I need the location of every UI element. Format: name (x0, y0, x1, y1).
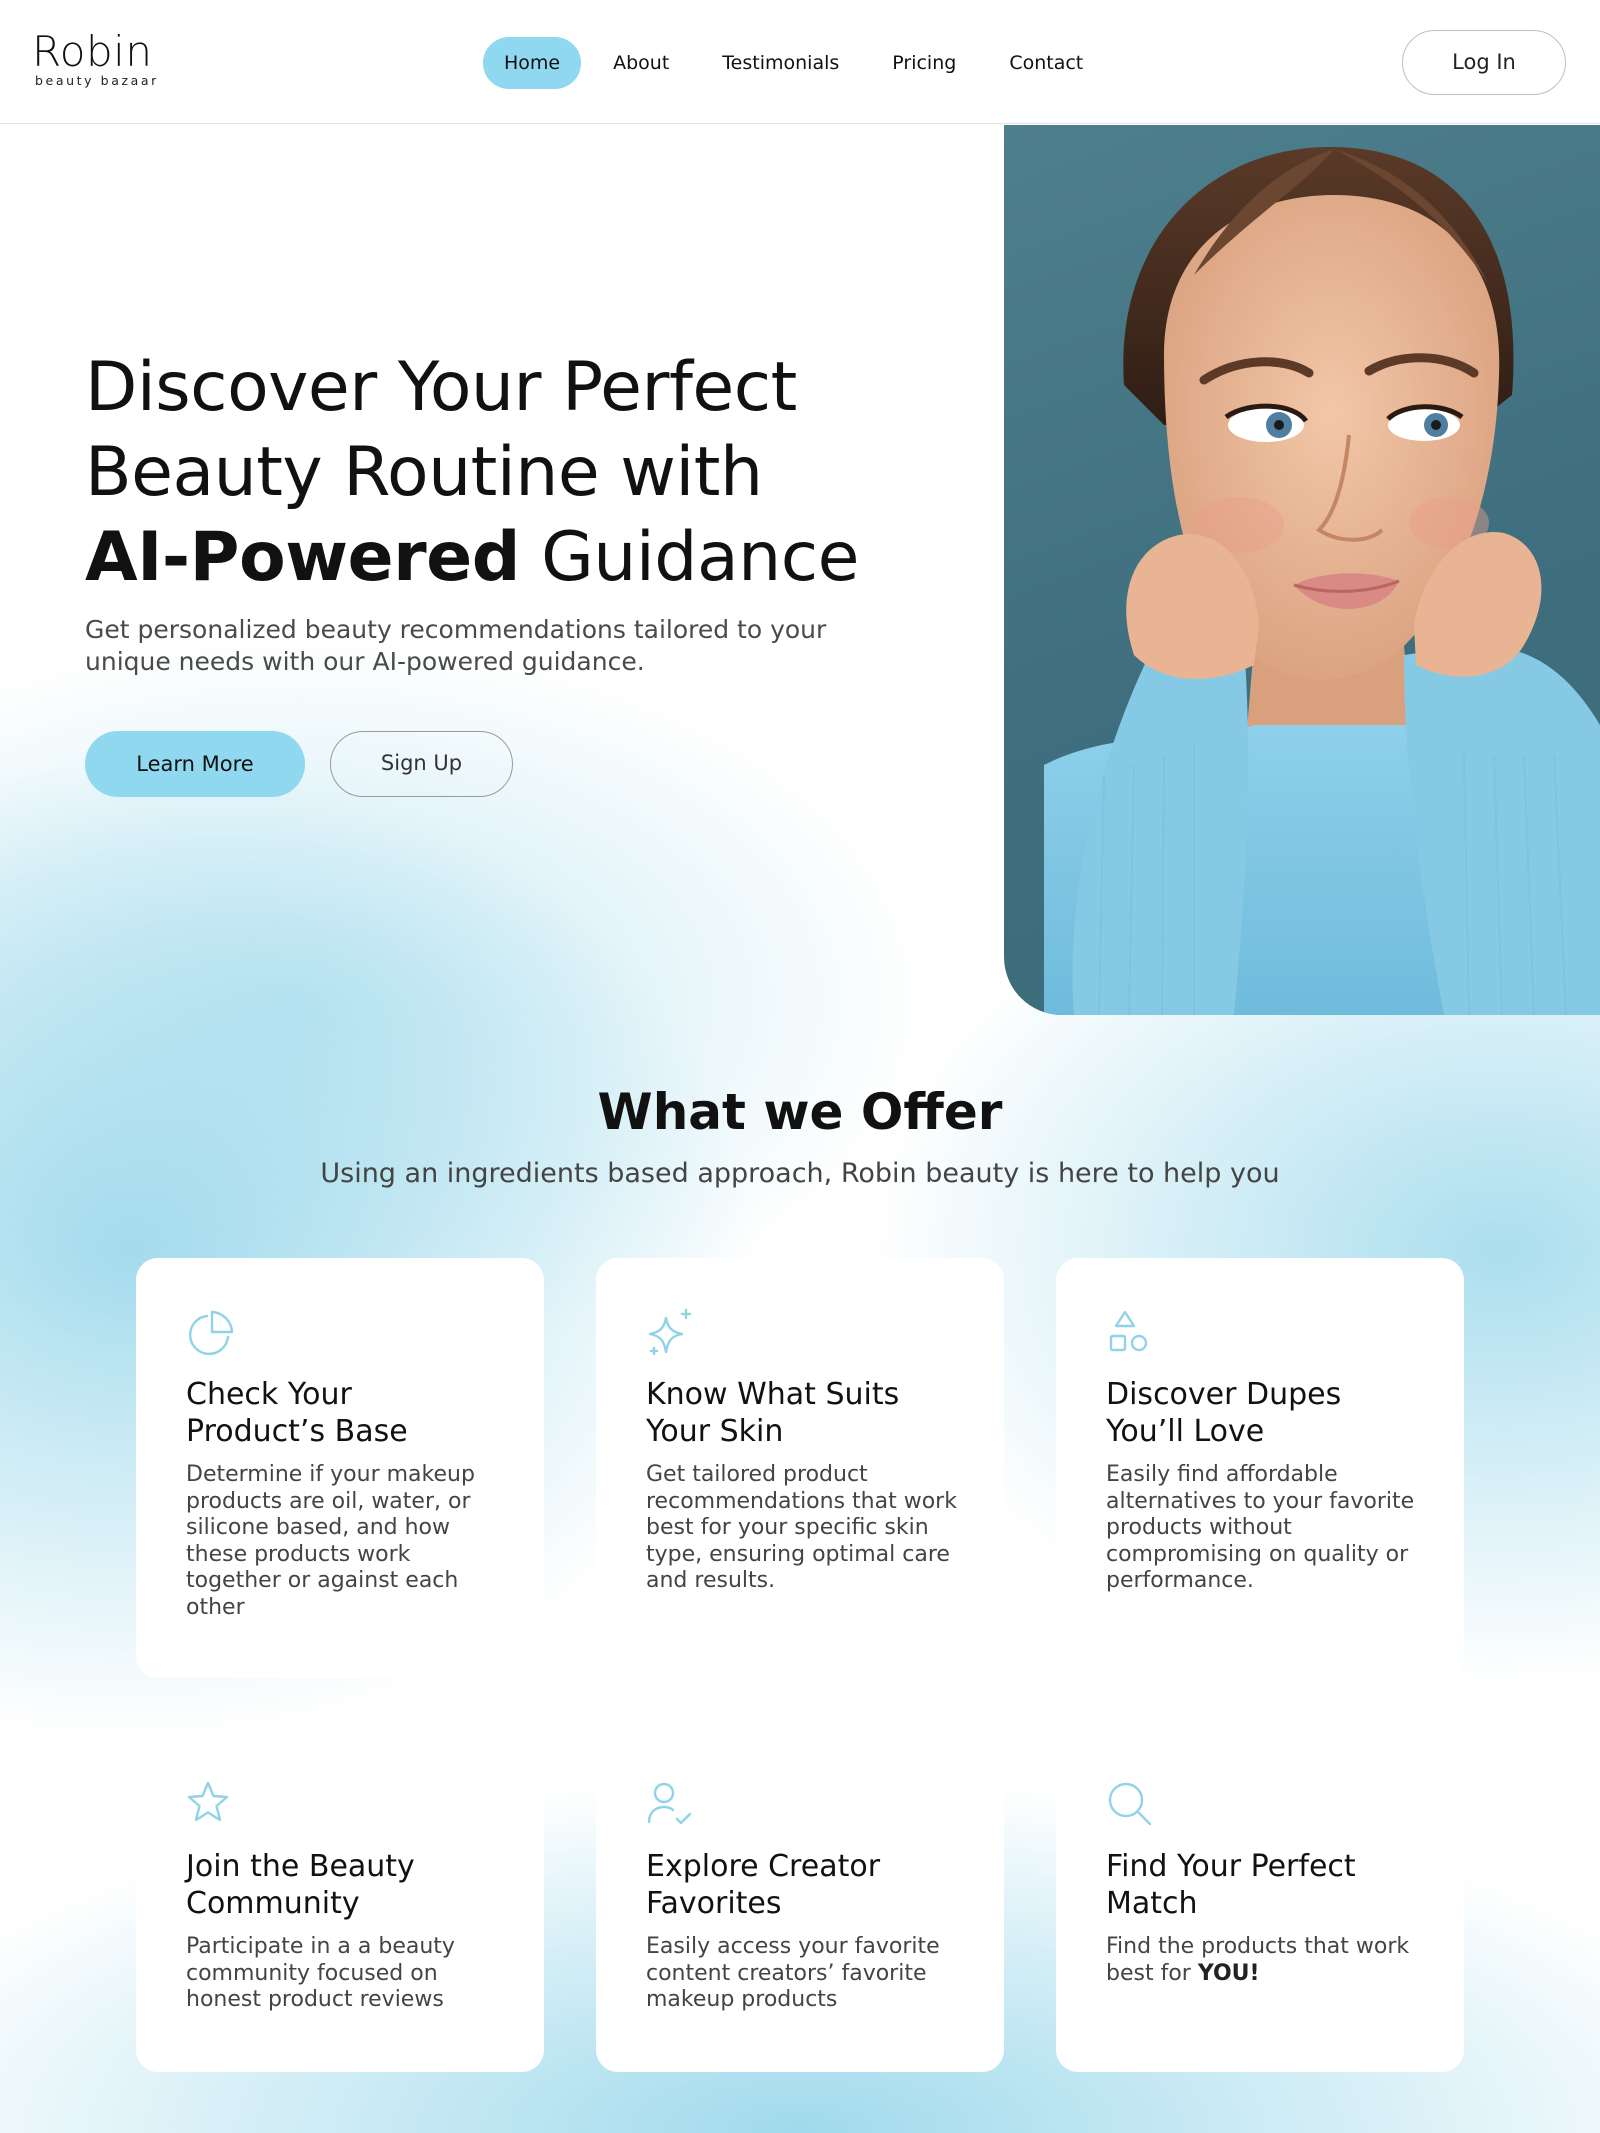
nav-testimonials[interactable]: Testimonials (701, 37, 860, 89)
card-text: Determine if your makeup products are oi… (186, 1462, 475, 1620)
hero-buttons: Learn More Sign Up (85, 731, 985, 797)
offer-card-dupes[interactable]: Discover Dupes You’ll Love Easily find a… (1056, 1258, 1464, 1678)
offer-title: What we Offer (597, 1083, 1003, 1141)
offer-card-match[interactable]: Find Your Perfect Match Find the product… (1056, 1730, 1464, 2072)
card-title: Discover Dupes You’ll Love (1106, 1377, 1342, 1449)
hero-title-line1: Discover Your Perfect (85, 348, 797, 427)
logo[interactable]: Robin beauty bazaar (32, 30, 159, 88)
pie-chart-icon (186, 1308, 236, 1358)
card-text: Participate in a a beauty community focu… (186, 1934, 455, 2012)
card-text: Easily access your favorite content crea… (646, 1934, 940, 2012)
site-header: Robin beauty bazaar Home About Testimoni… (0, 0, 1600, 124)
card-text: Easily find affordable alternatives to y… (1106, 1462, 1415, 1593)
user-check-icon (646, 1780, 696, 1830)
offer-card-creators[interactable]: Explore Creator Favorites Easily access … (596, 1730, 1004, 2072)
card-title: Know What Suits Your Skin (646, 1377, 900, 1449)
learn-more-button[interactable]: Learn More (85, 731, 305, 797)
card-title: Find Your Perfect Match (1106, 1849, 1356, 1921)
login-button[interactable]: Log In (1402, 30, 1566, 95)
offer-card-skin[interactable]: Know What Suits Your Skin Get tailored p… (596, 1258, 1004, 1678)
sign-up-button[interactable]: Sign Up (330, 731, 513, 797)
logo-name: Robin (32, 27, 153, 76)
offer-subtitle: Using an ingredients based approach, Rob… (320, 1158, 1280, 1189)
hero: Discover Your Perfect Beauty Routine wit… (85, 345, 985, 797)
nav-pricing[interactable]: Pricing (871, 37, 977, 89)
search-icon (1106, 1780, 1156, 1830)
sparkle-icon (646, 1308, 696, 1358)
offer-card-product-base[interactable]: Check Your Product’s Base Determine if y… (136, 1258, 544, 1678)
card-title: Explore Creator Favorites (646, 1849, 881, 1921)
portrait-illustration (1044, 146, 1600, 1015)
star-icon (186, 1780, 236, 1830)
card-text: Find the products that work best for YOU… (1106, 1934, 1418, 1987)
hero-subtitle: Get personalized beauty recommendations … (85, 615, 827, 676)
nav-contact[interactable]: Contact (988, 37, 1104, 89)
main-nav: Home About Testimonials Pricing Contact (483, 37, 1115, 89)
card-title: Join the Beauty Community (186, 1849, 415, 1921)
nav-home[interactable]: Home (483, 37, 582, 89)
hero-portrait-image (1004, 125, 1600, 1015)
card-title: Check Your Product’s Base (186, 1377, 408, 1449)
hero-title-bold: AI-Powered (85, 518, 520, 597)
hero-title-rest: Guidance (519, 518, 859, 597)
card-text-emphasis: YOU! (1197, 1960, 1260, 1986)
card-text: Get tailored product recommendations tha… (646, 1462, 957, 1593)
offer-card-community[interactable]: Join the Beauty Community Participate in… (136, 1730, 544, 2072)
hero-title-line2: Beauty Routine with (85, 433, 763, 512)
logo-tagline: beauty bazaar (35, 73, 159, 88)
hero-title: Discover Your Perfect Beauty Routine wit… (85, 345, 985, 600)
shapes-icon (1106, 1308, 1156, 1358)
nav-about[interactable]: About (592, 37, 690, 89)
